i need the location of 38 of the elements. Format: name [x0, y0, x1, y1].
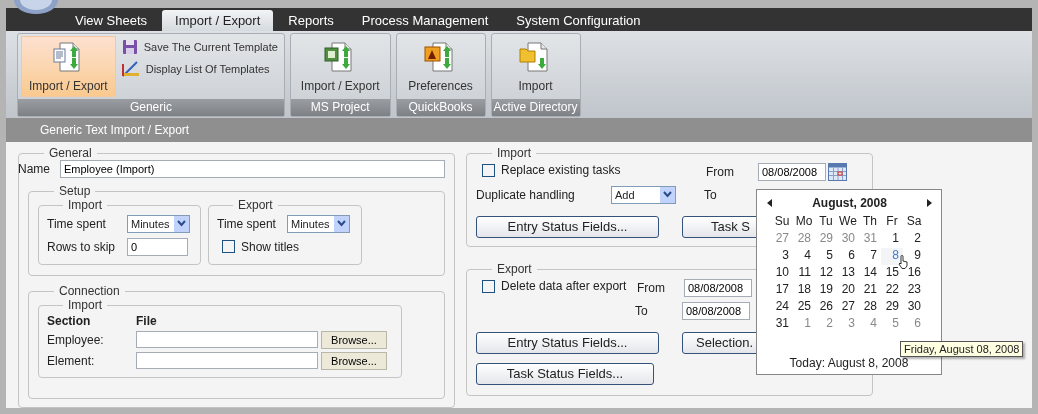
ribbon-group-title: Active Directory: [491, 99, 580, 116]
group-legend: Export: [492, 262, 537, 276]
column-header: File: [136, 313, 157, 328]
field-label: Element:: [47, 353, 96, 368]
weekday-header: Fr: [885, 214, 899, 230]
field-label: From: [637, 280, 666, 295]
column-header: Section: [47, 313, 92, 328]
ribbon-group-title: QuickBooks: [396, 99, 485, 116]
checkbox-label: Delete data after export: [501, 279, 627, 294]
field-label: Name: [18, 162, 51, 176]
checkbox-label: Replace existing tasks: [501, 163, 621, 178]
group-legend: Connection: [54, 284, 125, 298]
group-legend: Import: [63, 298, 107, 312]
field-label: To: [704, 187, 717, 202]
weekday-header: Mo: [794, 214, 814, 230]
weekday-header: Th: [862, 214, 878, 230]
field-label: To: [635, 303, 649, 318]
group-legend: Import: [63, 198, 107, 212]
field-label: Time spent: [47, 216, 107, 231]
weekday-header: Tu: [818, 214, 834, 230]
group-legend: General: [44, 146, 97, 160]
field-label: Rows to skip: [47, 239, 117, 254]
group-legend: Export: [233, 198, 278, 212]
group-legend: Import: [492, 146, 536, 160]
month-title: August, 2008: [812, 196, 887, 210]
weekday-header: We: [838, 214, 858, 230]
weekday-header: Sa: [905, 214, 923, 230]
group-legend: Setup: [54, 184, 96, 198]
checkbox-label: Show titles: [241, 239, 300, 254]
ribbon-group-title: Generic: [18, 99, 284, 116]
ribbon-group-title: MS Project: [290, 99, 390, 116]
tooltip: Friday, August 08, 2008: [900, 341, 1024, 357]
weekday-header: Su: [773, 214, 791, 230]
field-label: From: [706, 164, 735, 179]
field-label: Duplicate handling: [476, 187, 576, 202]
field-label: Time spent: [217, 216, 277, 231]
section-title: Generic Text Import / Export: [40, 123, 190, 137]
field-label: Employee:: [47, 332, 105, 347]
